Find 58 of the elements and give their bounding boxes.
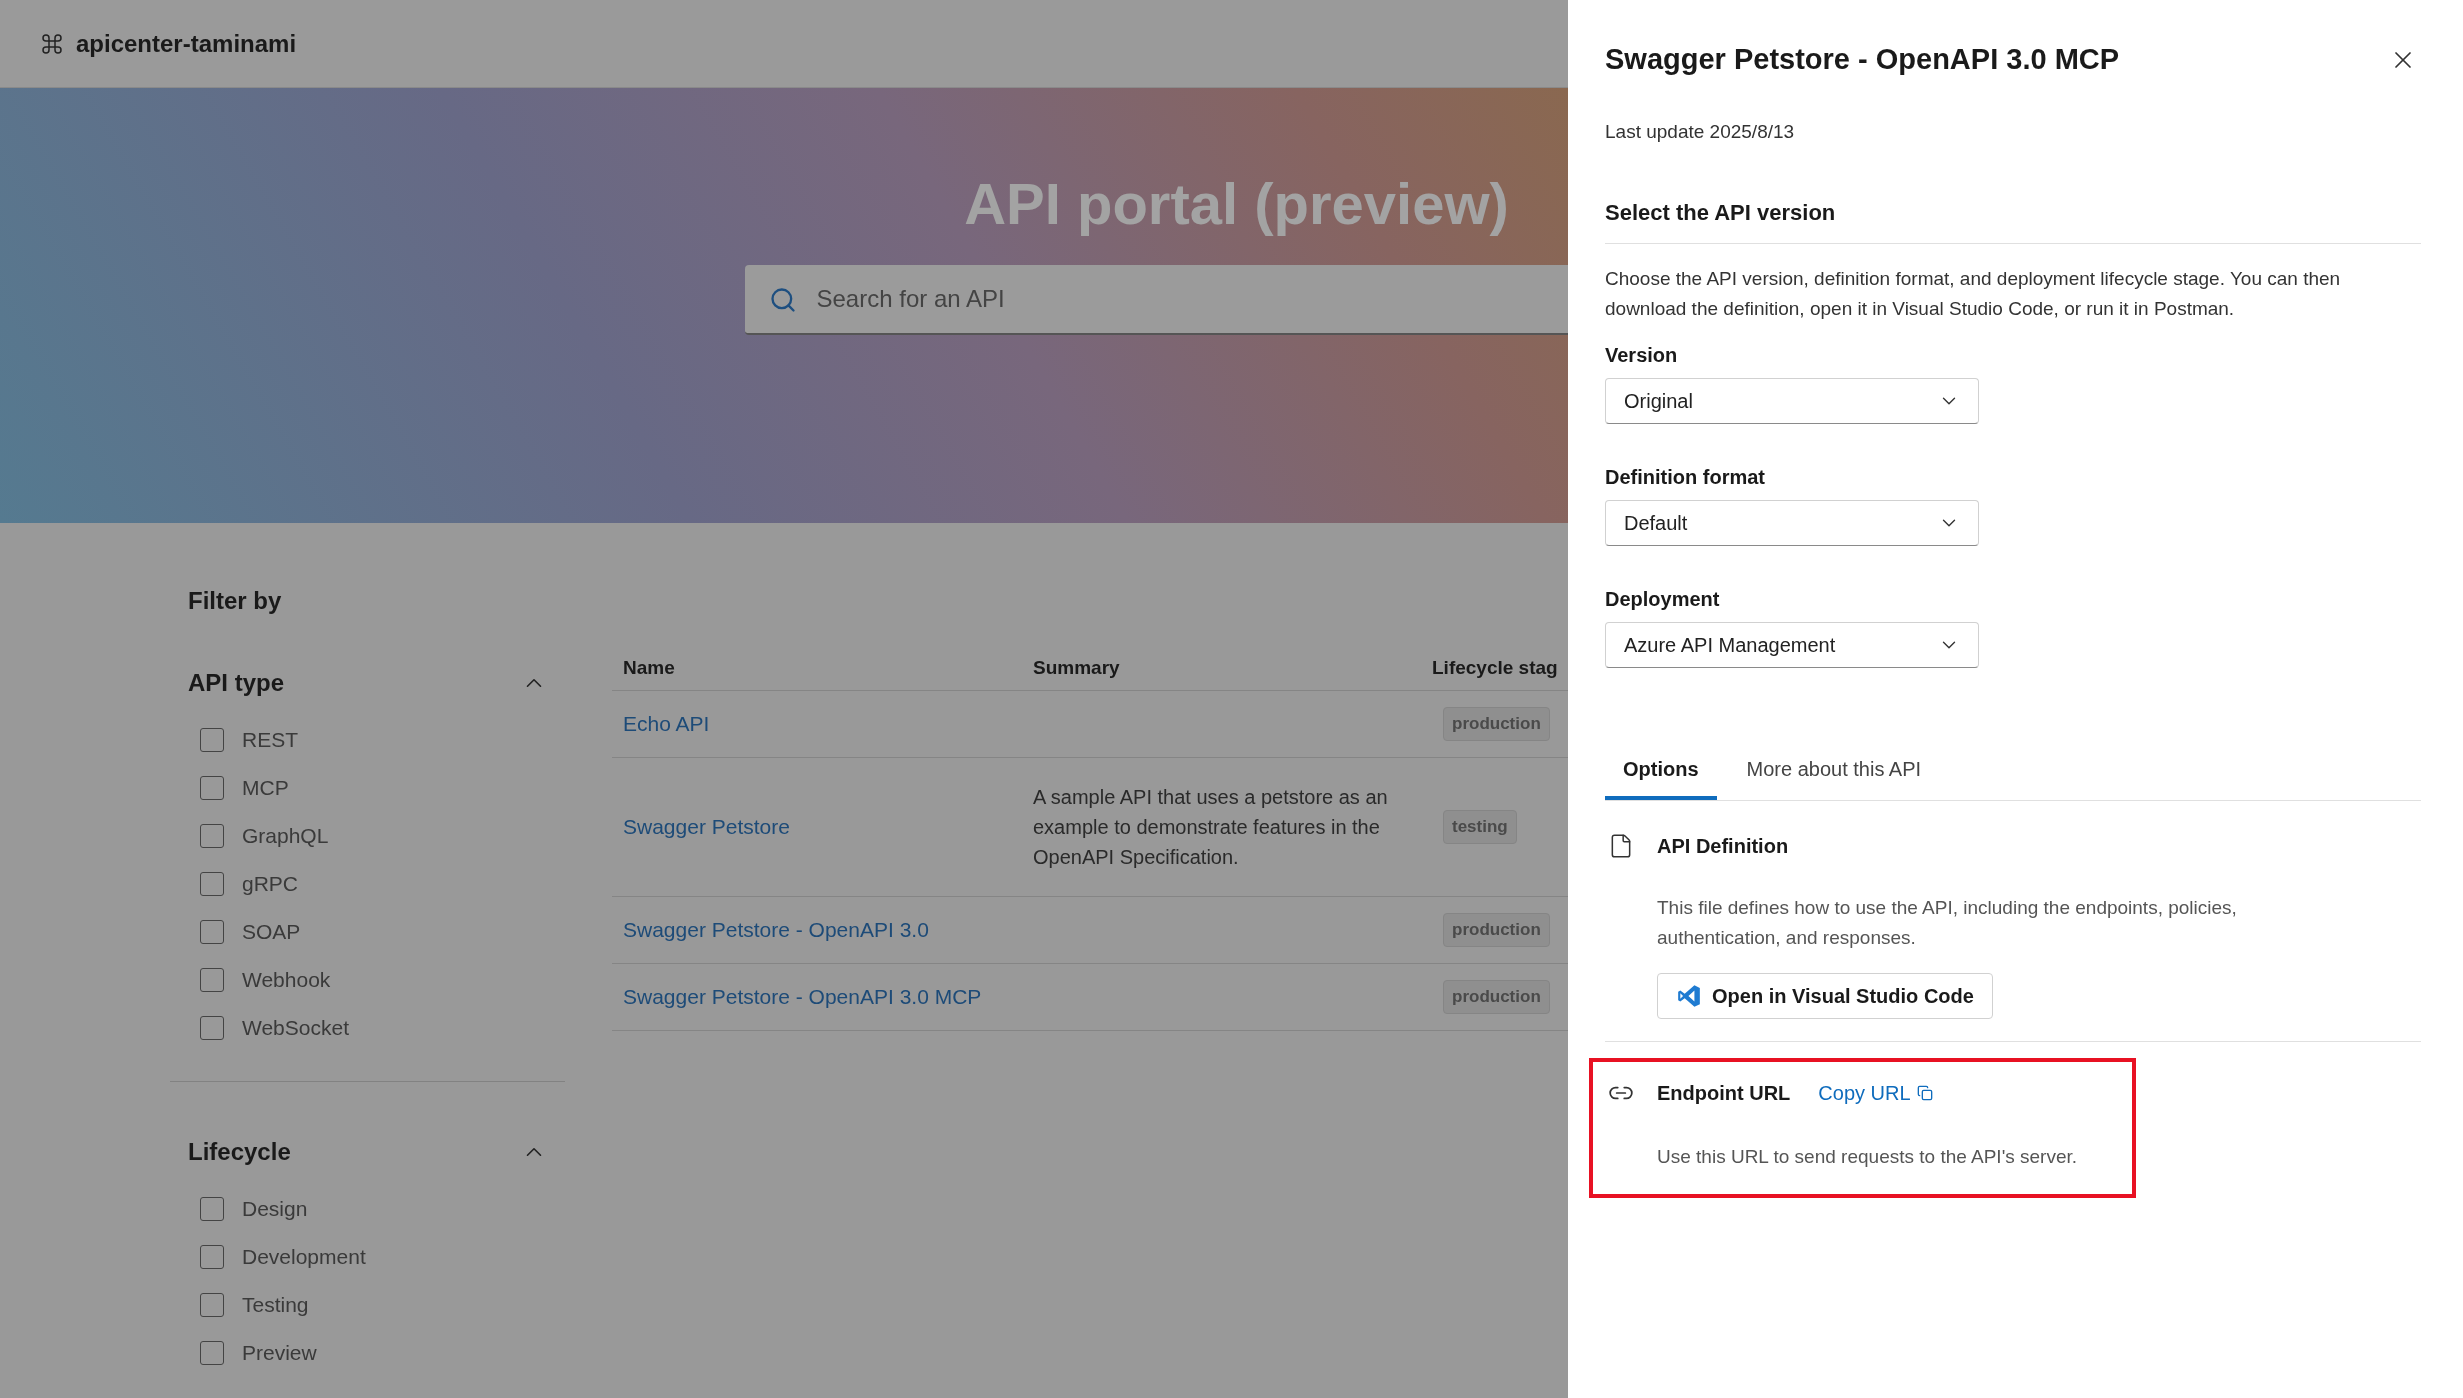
app-logo-icon xyxy=(40,31,64,56)
select-label: Deployment xyxy=(1605,587,1721,612)
select-label: Version xyxy=(1605,343,1679,368)
section-description: Use this URL to send requests to the API's server. xyxy=(1656,1145,2079,1169)
filter-option-label: SOAP xyxy=(242,919,301,946)
section-description: This file defines how to use the API, including the endpoints, policies, authentication, and responses. xyxy=(1656,896,2238,950)
copy-url-link[interactable]: Copy URL xyxy=(1818,1078,1933,1108)
copy-icon xyxy=(1916,1085,1933,1101)
filter-option-label: Preview xyxy=(242,1340,317,1367)
tab[interactable]: More about this API xyxy=(1728,754,1940,800)
filter-group-title: Lifecycle xyxy=(188,1137,291,1167)
panel-title: Swagger Petstore - OpenAPI 3.0 MCP xyxy=(1605,42,2120,77)
filter-option-label: GraphQL xyxy=(242,823,329,850)
filter-option-label: Testing xyxy=(242,1292,309,1319)
dropdown[interactable]: Original xyxy=(1605,378,1979,424)
tab[interactable]: Options xyxy=(1605,754,1717,800)
code-editor-logo-icon xyxy=(1676,983,1702,1009)
search-field[interactable]: Search for an API xyxy=(744,265,1568,335)
checkbox[interactable] xyxy=(200,1197,224,1221)
filter-option-label: Design xyxy=(242,1196,308,1223)
section-description: Choose the API version, definition format, and deployment lifecycle stage. You can then download the definition, open it in Visual Studio Code, or run it in Postman. xyxy=(1605,267,2342,321)
checkbox[interactable] xyxy=(200,968,224,992)
app-name: apicenter-taminami xyxy=(76,28,297,59)
filter-option-label: WebSocket xyxy=(242,1015,349,1042)
lifecycle-tag: testing xyxy=(1443,810,1517,844)
dropdown[interactable]: Default xyxy=(1605,500,1979,546)
filter-option-label: gRPC xyxy=(242,871,299,898)
filter-option-label: Development xyxy=(242,1244,366,1271)
section-title: Endpoint URL xyxy=(1657,1081,1791,1106)
filter-option-label: Webhook xyxy=(242,967,331,994)
checkbox[interactable] xyxy=(200,1341,224,1365)
checkbox[interactable] xyxy=(200,872,224,896)
filter-group-title: API type xyxy=(188,668,285,698)
checkbox[interactable] xyxy=(200,1293,224,1317)
checkbox[interactable] xyxy=(200,824,224,848)
last-update-text: Last update 2025/8/13 xyxy=(1605,119,1796,144)
filter-heading: Filter by xyxy=(187,586,283,616)
api-summary: A sample API that uses a petstore as an example to demonstrate features in the OpenAPI Specification. xyxy=(1033,786,1388,868)
lifecycle-tag: production xyxy=(1443,980,1550,1014)
checkbox[interactable] xyxy=(200,1245,224,1269)
lifecycle-tag: production xyxy=(1443,913,1550,947)
checkbox[interactable] xyxy=(200,920,224,944)
select-label: Definition format xyxy=(1605,465,1766,490)
column-header: Name xyxy=(623,657,675,679)
checkbox[interactable] xyxy=(200,776,224,800)
portal-title: API portal (preview) xyxy=(964,170,1509,238)
dropdown[interactable]: Azure API Management xyxy=(1605,622,1979,668)
column-header: Summary xyxy=(1033,657,1120,679)
filter-option-label: REST xyxy=(242,727,298,754)
search-icon xyxy=(768,286,797,314)
checkbox[interactable] xyxy=(200,728,224,752)
open-in-editor-button[interactable]: Open in Visual Studio Code xyxy=(1657,973,1993,1019)
column-header: Lifecycle stag xyxy=(1432,657,1558,679)
section-heading: Select the API version xyxy=(1605,196,2421,244)
filter-option-label: MCP xyxy=(242,775,289,802)
section-title: API Definition xyxy=(1657,834,1789,859)
lifecycle-tag: production xyxy=(1443,707,1550,741)
checkbox[interactable] xyxy=(200,1016,224,1040)
